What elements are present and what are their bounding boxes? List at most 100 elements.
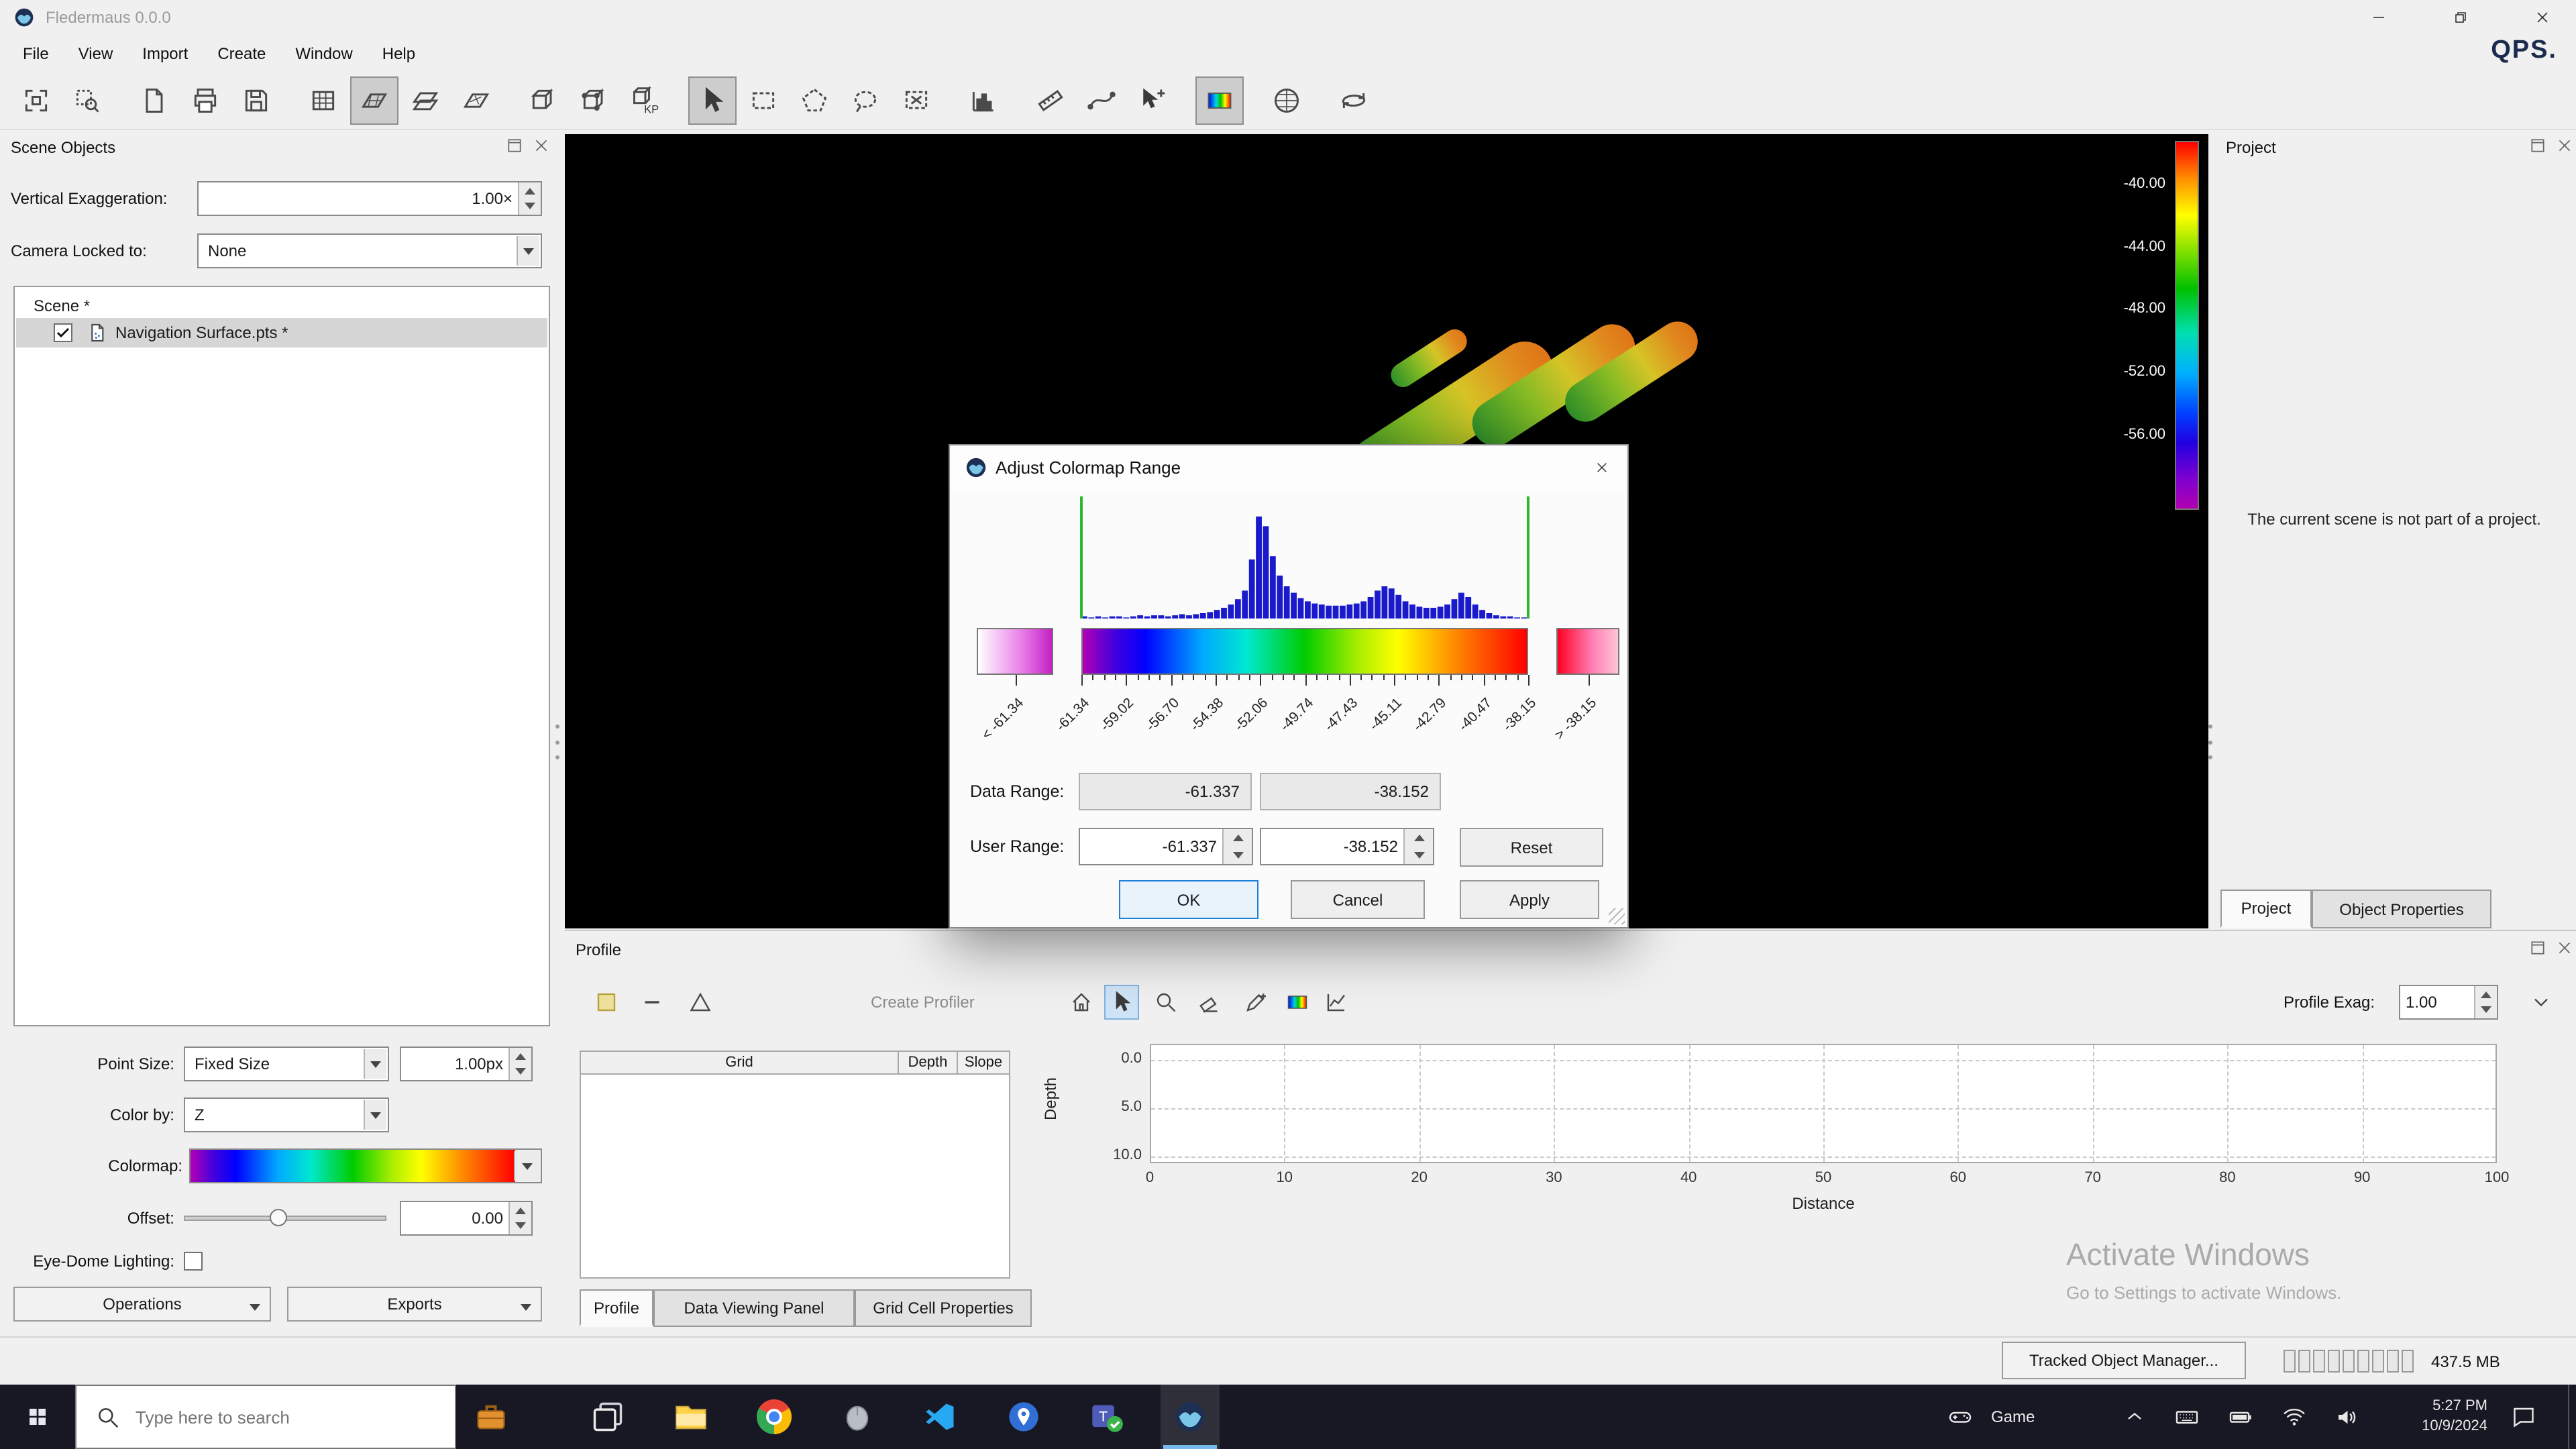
dialog-titlebar[interactable]: Adjust Colormap Range bbox=[950, 445, 1627, 490]
project-panel: Project The current scene is not part of… bbox=[2212, 130, 2576, 930]
eye-dome-lighting-checkbox[interactable] bbox=[184, 1252, 203, 1271]
user-range-max-input[interactable]: -38.152 bbox=[1260, 828, 1434, 865]
search-input[interactable] bbox=[136, 1386, 444, 1448]
cube-edit-icon[interactable] bbox=[570, 76, 619, 124]
chrome-icon[interactable] bbox=[745, 1385, 804, 1449]
cancel-button[interactable]: Cancel bbox=[1291, 880, 1425, 919]
volume-icon[interactable] bbox=[2334, 1405, 2359, 1429]
polygon-select-icon[interactable] bbox=[790, 76, 839, 124]
user-range-min-input[interactable]: -61.337 bbox=[1079, 828, 1253, 865]
surfaces-stack-icon[interactable] bbox=[401, 76, 449, 124]
visibility-checkbox[interactable] bbox=[54, 323, 72, 342]
tree-root-row[interactable]: Scene * bbox=[16, 291, 547, 321]
show-desktop-button[interactable] bbox=[2568, 1385, 2576, 1449]
menu-create[interactable]: Create bbox=[203, 35, 280, 71]
file-explorer-icon[interactable] bbox=[661, 1385, 720, 1449]
spinner-buttons[interactable] bbox=[518, 182, 541, 215]
histogram-icon[interactable] bbox=[959, 76, 1008, 124]
spinner-buttons[interactable] bbox=[1222, 829, 1252, 864]
tab-project[interactable]: Project bbox=[2220, 890, 2312, 928]
operations-button[interactable]: Operations bbox=[13, 1287, 271, 1322]
close-button[interactable] bbox=[2512, 0, 2573, 35]
vscode-icon[interactable] bbox=[911, 1385, 970, 1449]
menu-help[interactable]: Help bbox=[368, 35, 430, 71]
surface-mesh-icon[interactable] bbox=[452, 76, 500, 124]
tab-object-properties[interactable]: Object Properties bbox=[2312, 890, 2491, 928]
orbit-icon[interactable] bbox=[1330, 76, 1378, 124]
kp-cube-icon[interactable]: KP bbox=[621, 76, 669, 124]
pick-point-icon[interactable] bbox=[1128, 76, 1177, 124]
dialog-close-button[interactable] bbox=[1576, 445, 1627, 490]
clear-selection-icon[interactable] bbox=[892, 76, 941, 124]
splitter-handle[interactable] bbox=[554, 724, 561, 759]
briefcase-app-icon[interactable] bbox=[462, 1385, 521, 1449]
save-icon[interactable] bbox=[232, 76, 280, 124]
offset-slider-thumb[interactable] bbox=[270, 1209, 287, 1226]
battery-icon[interactable] bbox=[2229, 1405, 2253, 1429]
notification-icon[interactable] bbox=[2512, 1405, 2536, 1429]
table-icon[interactable] bbox=[299, 76, 347, 124]
map-app-icon[interactable] bbox=[994, 1385, 1053, 1449]
svg-text:T: T bbox=[1099, 1408, 1108, 1425]
histogram-plot[interactable] bbox=[977, 496, 1619, 621]
taskbar-clock[interactable]: 5:27 PM 10/9/2024 bbox=[2364, 1385, 2493, 1449]
ok-button[interactable]: OK bbox=[1119, 880, 1258, 919]
minimize-button[interactable] bbox=[2348, 0, 2410, 35]
start-button[interactable] bbox=[0, 1385, 75, 1449]
lasso-select-icon[interactable] bbox=[841, 76, 890, 124]
vertical-exaggeration-input[interactable]: 1.00× bbox=[197, 181, 542, 216]
apply-button[interactable]: Apply bbox=[1460, 880, 1599, 919]
fledermaus-icon[interactable] bbox=[1161, 1385, 1220, 1449]
tab-grid-cell-properties[interactable]: Grid Cell Properties bbox=[855, 1289, 1032, 1327]
float-panel-icon[interactable] bbox=[2528, 136, 2548, 156]
cancel-label: Cancel bbox=[1333, 890, 1383, 909]
tracked-object-manager-button[interactable]: Tracked Object Manager... bbox=[2002, 1342, 2246, 1379]
teams-icon[interactable]: T bbox=[1077, 1385, 1136, 1449]
chevron-up-icon[interactable] bbox=[2123, 1405, 2147, 1429]
taskbar-search[interactable] bbox=[75, 1385, 456, 1449]
pointer-icon[interactable] bbox=[688, 76, 737, 124]
colormap-tick-label: < -61.34 bbox=[978, 695, 1026, 743]
menu-file[interactable]: File bbox=[8, 35, 64, 71]
tab-data-viewing-panel[interactable]: Data Viewing Panel bbox=[653, 1289, 855, 1327]
resize-grip[interactable] bbox=[1609, 908, 1625, 924]
grid-globe-icon[interactable] bbox=[1263, 76, 1311, 124]
float-panel-icon[interactable] bbox=[504, 136, 525, 156]
color-by-select[interactable]: Z bbox=[184, 1097, 389, 1132]
menu-view[interactable]: View bbox=[64, 35, 128, 71]
spinner-buttons[interactable] bbox=[508, 1048, 531, 1080]
document-icon[interactable] bbox=[130, 76, 178, 124]
offset-input[interactable]: 0.00 bbox=[400, 1201, 533, 1236]
keyboard-icon[interactable] bbox=[2175, 1405, 2199, 1429]
window-titlebar[interactable]: Fledermaus 0.0.0 bbox=[0, 0, 2576, 35]
rect-select-icon[interactable] bbox=[739, 76, 788, 124]
close-panel-icon[interactable] bbox=[531, 136, 551, 156]
point-size-mode-select[interactable]: Fixed Size bbox=[184, 1046, 389, 1081]
camera-locked-select[interactable]: None bbox=[197, 233, 542, 268]
reset-button[interactable]: Reset bbox=[1460, 828, 1603, 867]
zoom-region-icon[interactable] bbox=[63, 76, 111, 124]
spinner-buttons[interactable] bbox=[508, 1202, 531, 1234]
measure-icon[interactable] bbox=[1026, 76, 1075, 124]
spline-icon[interactable] bbox=[1077, 76, 1126, 124]
menu-window[interactable]: Window bbox=[280, 35, 367, 71]
surface-icon[interactable] bbox=[350, 76, 398, 124]
cube-select-icon[interactable] bbox=[519, 76, 568, 124]
zoom-extents-icon[interactable] bbox=[12, 76, 60, 124]
gamepad-icon[interactable] bbox=[1948, 1405, 1972, 1429]
point-size-input[interactable]: 1.00px bbox=[400, 1046, 533, 1081]
panel-title: Project bbox=[2226, 138, 2276, 157]
print-icon[interactable] bbox=[181, 76, 229, 124]
menu-import[interactable]: Import bbox=[127, 35, 203, 71]
tab-profile[interactable]: Profile bbox=[580, 1289, 653, 1327]
wifi-icon[interactable] bbox=[2282, 1405, 2306, 1429]
tree-item-row[interactable]: Navigation Surface.pts * bbox=[16, 318, 547, 347]
task-view-icon[interactable] bbox=[578, 1385, 637, 1449]
mouse-app-icon[interactable] bbox=[828, 1385, 887, 1449]
colormap-select[interactable] bbox=[189, 1148, 542, 1183]
colormap-icon[interactable] bbox=[1195, 76, 1244, 124]
maximize-button[interactable] bbox=[2430, 0, 2491, 35]
close-panel-icon[interactable] bbox=[2555, 136, 2575, 156]
exports-button[interactable]: Exports bbox=[287, 1287, 542, 1322]
spinner-buttons[interactable] bbox=[1403, 829, 1433, 864]
